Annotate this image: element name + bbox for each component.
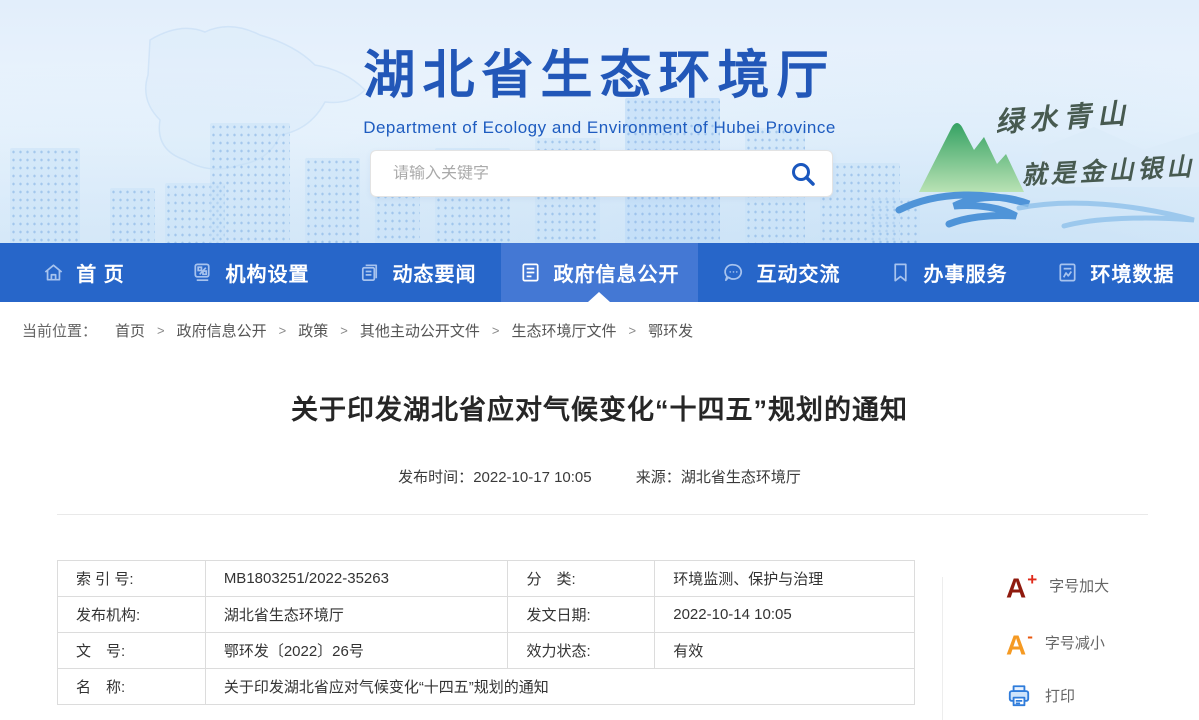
page: 绿水青山 就是金山银山 湖北省生态环境厅 Department of Ecolo… [0,0,1199,720]
font-decrease-icon: A- [1006,625,1032,659]
font-increase-label: 字号加大 [1049,575,1109,596]
site-subtitle: Department of Ecology and Environment of… [0,118,1199,138]
breadcrumb-item-gov-info[interactable]: 政府信息公开 [177,320,267,341]
article-source: 来源：湖北省生态环境厅 [636,469,801,486]
table-row: 名 称: 关于印发湖北省应对气候变化“十四五”规划的通知 [58,669,915,705]
article-meta: 发布时间：2022-10-17 10:05 来源：湖北省生态环境厅 [0,466,1199,487]
nav-label: 动态要闻 [392,258,476,287]
breadcrumb: 当前位置： 首页 > 政府信息公开 > 政策 > 其他主动公开文件 > 生态环境… [0,302,1199,358]
font-decrease-label: 字号减小 [1045,632,1105,653]
search-button[interactable] [774,161,832,187]
category-label: 分 类: [508,561,655,597]
publish-time: 发布时间：2022-10-17 10:05 [398,469,591,486]
water-wave-icon [899,195,1029,224]
issuing-agency-label: 发布机构: [58,597,206,633]
data-icon [1056,261,1079,284]
print-button[interactable]: 打印 [1006,683,1109,709]
nav-label: 环境数据 [1090,258,1174,287]
doc-number-label: 文 号: [58,633,206,669]
issue-date-value: 2022-10-14 10:05 [655,597,915,633]
table-row: 索 引 号: MB1803251/2022-35263 分 类: 环境监测、保护… [58,561,915,597]
brand: 湖北省生态环境厅 Department of Ecology and Envir… [0,33,1199,138]
search-input[interactable] [371,165,774,183]
table-row: 文 号: 鄂环发〔2022〕26号 效力状态: 有效 [58,633,915,669]
category-value: 环境监测、保护与治理 [655,561,915,597]
breadcrumb-item-home[interactable]: 首页 [115,320,145,341]
breadcrumb-prefix: 当前位置： [22,320,97,341]
nav-label: 政府信息公开 [553,258,679,287]
main-nav: 首 页 机构设置 动态要闻 政府信息公开 [0,243,1199,302]
search-icon [790,161,816,187]
validity-label: 效力状态: [508,633,655,669]
breadcrumb-item-other-public-docs[interactable]: 其他主动公开文件 [360,320,480,341]
home-icon [42,261,65,284]
breadcrumb-separator: > [279,323,287,338]
nav-item-env-data[interactable]: 环境数据 [1032,243,1199,302]
font-increase-button[interactable]: A+ 字号加大 [1006,568,1109,602]
breadcrumb-separator: > [628,323,636,338]
site-header: 绿水青山 就是金山银山 湖北省生态环境厅 Department of Ecolo… [0,0,1199,243]
table-row: 发布机构: 湖北省生态环境厅 发文日期: 2022-10-14 10:05 [58,597,915,633]
print-label: 打印 [1045,685,1075,706]
page-title: 关于印发湖北省应对气候变化“十四五”规划的通知 [0,388,1199,427]
org-icon [191,261,214,284]
doc-name-label: 名 称: [58,669,206,705]
doc-icon [519,261,542,284]
nav-label: 互动交流 [756,258,840,287]
breadcrumb-item-dept-docs[interactable]: 生态环境厅文件 [511,320,616,341]
font-decrease-button[interactable]: A- 字号减小 [1006,625,1109,659]
nav-label: 办事服务 [923,258,1007,287]
nav-item-home[interactable]: 首 页 [0,243,167,302]
doc-number-value: 鄂环发〔2022〕26号 [205,633,508,669]
meta-divider [57,514,1148,515]
index-number-value: MB1803251/2022-35263 [205,561,508,597]
nav-item-news[interactable]: 动态要闻 [334,243,501,302]
site-title: 湖北省生态环境厅 [0,33,1199,108]
page-tools: A+ 字号加大 A- 字号减小 打印 [1006,568,1109,709]
breadcrumb-separator: > [340,323,348,338]
nav-label: 机构设置 [225,258,309,287]
printer-icon [1006,683,1032,709]
nav-item-services[interactable]: 办事服务 [865,243,1032,302]
nav-item-interaction[interactable]: 互动交流 [698,243,865,302]
font-increase-icon: A+ [1006,568,1036,602]
doc-name-value: 关于印发湖北省应对气候变化“十四五”规划的通知 [205,669,914,705]
breadcrumb-item-policy[interactable]: 政策 [298,320,328,341]
breadcrumb-separator: > [492,323,500,338]
breadcrumb-separator: > [157,323,165,338]
index-number-label: 索 引 号: [58,561,206,597]
nav-item-gov-info[interactable]: 政府信息公开 [501,243,698,302]
search-box [370,150,833,197]
document-info-table: 索 引 号: MB1803251/2022-35263 分 类: 环境监测、保护… [57,560,915,705]
bookmark-icon [889,261,912,284]
chat-icon [722,261,745,284]
nav-item-organization[interactable]: 机构设置 [167,243,334,302]
issue-date-label: 发文日期: [508,597,655,633]
news-icon [358,261,381,284]
breadcrumb-item-current: 鄂环发 [648,320,693,341]
tools-divider [942,577,943,720]
validity-value: 有效 [655,633,915,669]
nav-label: 首 页 [76,258,125,287]
issuing-agency-value: 湖北省生态环境厅 [205,597,508,633]
